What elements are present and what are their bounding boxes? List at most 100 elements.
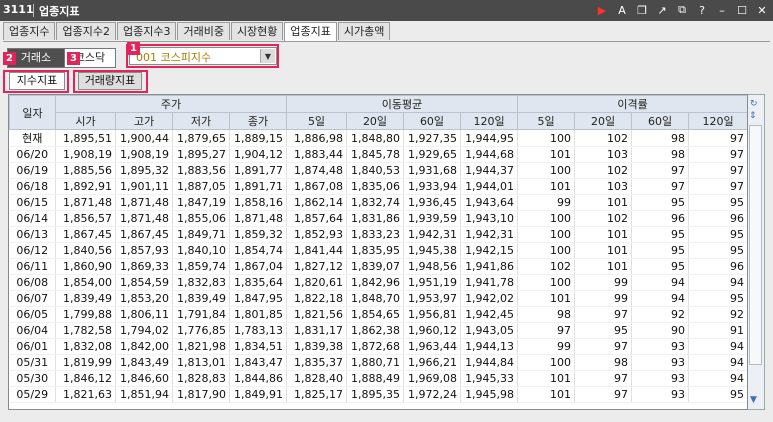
row-value: 103 [574,146,633,163]
sub-header[interactable]: 20일 [346,112,404,130]
tab-index-indicator[interactable]: 지수지표 [9,72,65,90]
table-row[interactable]: 06/18 1,892,91 1,901,11 1,887,05 1,891,71 1,8… [9,178,747,195]
table-row[interactable]: 06/07 1,839,49 1,853,20 1,839,49 1,847,95 1,8… [9,290,747,307]
table-row[interactable]: 06/12 1,840,56 1,857,93 1,840,10 1,854,74 1,8… [9,242,747,259]
row-value: 1,842,00 [115,338,173,355]
tab-volume-indicator[interactable]: 거래량지표 [78,72,142,90]
play-icon[interactable]: ▶ [595,2,609,18]
row-value: 1,846,60 [115,370,173,387]
title-bar: 3111 업종지표 ▶ A ❐ ↗ ⧉ ? – ☐ ✕ [0,0,773,21]
table-row[interactable]: 06/13 1,867,45 1,867,45 1,849,71 1,859,32 1,8… [9,226,747,243]
row-value: 99 [574,274,633,291]
tab-industry-index-3[interactable]: 업종지수3 [116,22,177,40]
tab-industry-indicator[interactable]: 업종지표 [284,22,337,42]
row-value: 90 [631,322,690,339]
refresh-icon[interactable]: ↻ [750,99,758,109]
table-row[interactable]: 05/29 1,821,63 1,851,94 1,817,90 1,849,91 1,8… [9,386,747,403]
row-value: 1,835,06 [346,178,404,195]
row-value: 1,885,56 [55,162,116,179]
tab-trade-share[interactable]: 거래비중 [177,22,230,40]
row-value: 94 [688,274,747,291]
row-value: 1,942,31 [403,226,461,243]
row-value: 100 [517,162,576,179]
table-row[interactable]: 05/30 1,846,12 1,846,60 1,828,83 1,844,86 1,8… [9,370,747,387]
row-value: 97 [517,322,576,339]
row-value: 95 [688,386,747,403]
sub-header[interactable]: 5일 [286,112,347,130]
row-value: 1,963,44 [403,338,461,355]
row-value: 1,843,47 [229,354,287,371]
copy-icon[interactable]: ❐ [635,2,649,18]
title-separator [33,4,34,17]
sub-header[interactable]: 60일 [631,112,690,130]
sub-header[interactable]: 60일 [403,112,461,130]
tab-market-cap[interactable]: 시가총액 [337,22,391,40]
sub-header[interactable]: 종가 [229,112,287,130]
row-value: 1,817,90 [172,386,230,403]
table-row[interactable]: 06/14 1,856,57 1,871,48 1,855,06 1,871,48 1,8… [9,210,747,227]
row-value: 1,944,01 [460,178,519,195]
help-icon[interactable]: ? [695,2,709,18]
row-value: 1,857,93 [115,242,173,259]
scrollbar-thumb[interactable] [749,125,762,365]
sub-header[interactable]: 20일 [574,112,633,130]
row-value: 1,832,83 [172,274,230,291]
tab-industry-index-2[interactable]: 업종지수2 [56,22,116,40]
font-icon[interactable]: A [615,2,629,18]
table-row[interactable]: 06/15 1,871,48 1,871,48 1,847,19 1,858,16 1,8… [9,194,747,211]
window-icon[interactable]: ⧉ [675,2,689,18]
table-row[interactable]: 06/11 1,860,90 1,869,33 1,859,74 1,867,04 1,8… [9,258,747,275]
row-date: 05/31 [9,354,56,371]
row-value: 1,821,98 [172,338,230,355]
maximize-icon[interactable]: ☐ [735,2,749,18]
sub-header[interactable]: 저가 [172,112,230,130]
scroll-down-icon[interactable]: ▼ [750,395,757,405]
row-value: 1,887,05 [172,178,230,195]
table-row[interactable]: 현재 1,895,51 1,900,44 1,879,65 1,889,15 1,886,… [9,129,747,147]
row-value: 1,891,71 [229,178,287,195]
sub-header[interactable]: 120일 [688,112,747,130]
minimize-icon[interactable]: – [715,2,729,18]
table-row[interactable]: 06/08 1,854,00 1,854,59 1,832,83 1,835,64 1,8… [9,274,747,291]
row-value: 1,951,19 [403,274,461,291]
row-value: 1,833,23 [346,226,404,243]
close-icon[interactable]: ✕ [755,2,769,18]
header-price: 주가 [55,95,287,113]
table-row[interactable]: 06/05 1,799,88 1,806,11 1,791,84 1,801,85 1,8… [9,306,747,323]
vertical-scrollbar[interactable]: ↻ ⇕ ▼ [748,94,765,410]
tab-market-status[interactable]: 시장현황 [230,22,284,40]
highlight-box-1 [126,44,279,68]
row-value: 1,944,13 [460,338,519,355]
row-date: 06/04 [9,322,56,339]
screen-code: 3111 [3,3,34,16]
row-value: 1,883,56 [172,162,230,179]
indicator-table: 일자 주가 이동평균 이격률 시가 고가 저가 종가 5일 20일 60일 120일 5일 20일… [9,95,747,403]
row-value: 101 [517,386,576,403]
row-value: 103 [574,178,633,195]
sub-header[interactable]: 120일 [459,112,519,130]
row-value: 97 [688,129,747,147]
row-value: 92 [631,306,690,323]
table-row[interactable]: 06/04 1,782,58 1,794,02 1,776,85 1,783,13 1,8… [9,322,747,339]
row-value: 1,822,18 [286,290,347,307]
row-value: 102 [574,210,633,227]
table-row[interactable]: 06/20 1,908,19 1,908,19 1,895,27 1,904,12 1,8… [9,146,747,163]
row-value: 1,871,48 [115,210,173,227]
row-value: 93 [631,338,690,355]
table-row[interactable]: 06/19 1,885,56 1,895,32 1,883,56 1,891,77 1,8… [9,162,747,179]
sub-header[interactable]: 고가 [115,112,173,130]
row-value: 93 [631,354,690,371]
row-value: 101 [517,146,576,163]
row-value: 1,895,32 [115,162,173,179]
table-row[interactable]: 06/01 1,832,08 1,842,00 1,821,98 1,834,51 1,8… [9,338,747,355]
row-value: 1,891,77 [229,162,287,179]
scroll-options-icon[interactable]: ⇕ [749,111,757,121]
row-value: 100 [517,210,576,227]
sub-header[interactable]: 시가 [55,112,116,130]
link-icon[interactable]: ↗ [655,2,669,18]
row-value: 1,799,88 [55,306,116,323]
table-row[interactable]: 05/31 1,819,99 1,843,49 1,813,01 1,843,47 1,8… [9,354,747,371]
header-date[interactable]: 일자 [9,95,56,130]
sub-header[interactable]: 5일 [517,112,576,130]
tab-industry-index[interactable]: 업종지수 [3,22,56,40]
